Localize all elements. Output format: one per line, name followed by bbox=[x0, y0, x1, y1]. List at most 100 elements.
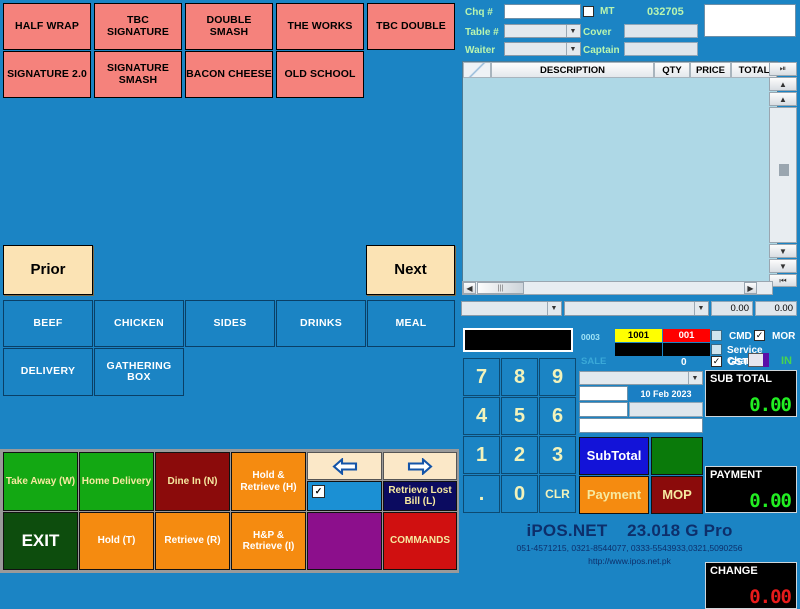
keypad-key-1[interactable]: 1 bbox=[463, 436, 500, 474]
product-button-old-school[interactable]: OLD SCHOOL bbox=[276, 51, 364, 98]
table-dropdown[interactable]: ▼ bbox=[504, 24, 581, 38]
category-label: MEAL bbox=[395, 316, 427, 329]
category-button-drinks[interactable]: DRINKS bbox=[276, 300, 366, 347]
order-items-body[interactable] bbox=[463, 78, 777, 286]
entry-field-a[interactable] bbox=[579, 386, 628, 401]
blank-purple-button[interactable] bbox=[307, 512, 382, 570]
column-header-qty[interactable]: QTY bbox=[654, 62, 690, 78]
product-button-bacon-cheese[interactable]: BACON CHEESE bbox=[185, 51, 273, 98]
gst-checkbox[interactable]: ✓ bbox=[711, 356, 722, 367]
keypad-key-decimal[interactable]: . bbox=[463, 475, 500, 513]
dine-in-button[interactable]: Dine In (N) bbox=[155, 452, 230, 511]
keypad-key-2[interactable]: 2 bbox=[501, 436, 538, 474]
hold-and-retrieve-button[interactable]: Hold & Retrieve (H) bbox=[231, 452, 306, 511]
scroll-track[interactable] bbox=[769, 107, 797, 243]
scroll-left-button[interactable]: ◀ bbox=[463, 282, 476, 294]
product-button-the-works[interactable]: THE WORKS bbox=[276, 3, 364, 50]
product-button-double-smash[interactable]: DOUBLE SMASH bbox=[185, 3, 273, 50]
entry-field-b[interactable] bbox=[579, 402, 628, 417]
cmd-checkbox[interactable]: ✓ bbox=[754, 330, 765, 341]
waiter-dropdown[interactable]: ▼ bbox=[504, 42, 581, 56]
nav-checkbox[interactable]: ✓ bbox=[312, 485, 325, 498]
subtotal-button[interactable]: SubTotal bbox=[579, 437, 649, 475]
keypad-key-8[interactable]: 8 bbox=[501, 358, 538, 396]
category-button-beef[interactable]: BEEF bbox=[3, 300, 93, 347]
cmd-checkbox-left[interactable] bbox=[711, 330, 722, 341]
keypad-key-3[interactable]: 3 bbox=[539, 436, 576, 474]
scroll-up-button[interactable]: ▲ bbox=[769, 92, 797, 106]
keypad-key-7[interactable]: 7 bbox=[463, 358, 500, 396]
product-button-half-wrap[interactable]: HALF WRAP bbox=[3, 3, 91, 50]
scroll-down-button[interactable]: ▼ bbox=[769, 244, 797, 258]
table-label: Table # bbox=[465, 27, 499, 38]
keypad-key-4[interactable]: 4 bbox=[463, 397, 500, 435]
filter-left-dropdown[interactable]: ▼ bbox=[461, 301, 562, 316]
change-display: CHANGE 0.00 bbox=[705, 562, 797, 609]
next-arrow-button[interactable] bbox=[383, 452, 457, 480]
prior-page-button[interactable]: Prior bbox=[3, 245, 93, 295]
scroll-thumb[interactable] bbox=[779, 164, 789, 176]
product-button-tbc-double[interactable]: TBC DOUBLE bbox=[367, 3, 455, 50]
retrieve-lost-bill-button[interactable]: Retrieve Lost Bill (L) bbox=[383, 481, 457, 511]
previous-arrow-button[interactable] bbox=[307, 452, 382, 480]
entry-field-d[interactable] bbox=[579, 418, 703, 433]
scroll-right-button[interactable]: ▶ bbox=[744, 282, 757, 294]
take-away-button[interactable]: Take Away (W) bbox=[3, 452, 78, 511]
nav-checkbox-cell[interactable]: ✓ bbox=[307, 481, 382, 511]
category-label: DRINKS bbox=[299, 316, 343, 329]
keypad-key-clear[interactable]: CLR bbox=[539, 475, 576, 513]
cover-input[interactable] bbox=[624, 24, 698, 38]
mop-button[interactable]: MOP bbox=[651, 476, 703, 514]
grid-corner-cell[interactable] bbox=[463, 62, 491, 78]
category-button-delivery[interactable]: DELIVERY bbox=[3, 348, 93, 396]
retrieve-button[interactable]: Retrieve (R) bbox=[155, 512, 230, 570]
website-link[interactable]: http://www.ipos.net.pk bbox=[459, 556, 800, 566]
app-branding: iPOS.NET 23.018 G Pro bbox=[459, 521, 800, 541]
exit-button[interactable]: EXIT bbox=[3, 512, 78, 570]
product-label: TBC SIGNATURE bbox=[107, 14, 169, 38]
scroll-thumb-horizontal[interactable]: ||| bbox=[477, 282, 524, 294]
service-charges-checkbox[interactable] bbox=[711, 344, 722, 355]
note-input[interactable] bbox=[704, 4, 796, 37]
entry-dropdown[interactable]: ▼ bbox=[579, 371, 703, 385]
green-action-button[interactable] bbox=[651, 437, 703, 475]
filter-amount-1[interactable]: 0.00 bbox=[711, 301, 753, 316]
order-grid-vertical-scrollbar[interactable]: ⏯ ▲ ▲ ▼ ▼ ⏮ bbox=[769, 62, 797, 287]
keypad-display[interactable] bbox=[463, 328, 573, 352]
category-button-gathering-box[interactable]: GATHERING BOX bbox=[94, 348, 184, 396]
keypad-key-9[interactable]: 9 bbox=[539, 358, 576, 396]
filter-right-dropdown[interactable]: ▼ bbox=[564, 301, 709, 316]
hp-and-retrieve-button[interactable]: H&P & Retrieve (I) bbox=[231, 512, 306, 570]
status-code: 0003 bbox=[581, 332, 600, 342]
keypad-key-6[interactable]: 6 bbox=[539, 397, 576, 435]
commands-button[interactable]: COMMANDS bbox=[383, 512, 457, 570]
change-label: CHANGE bbox=[710, 565, 758, 577]
entry-field-c[interactable] bbox=[629, 402, 703, 417]
payment-button[interactable]: Payment bbox=[579, 476, 649, 514]
home-delivery-button[interactable]: Home Delivery bbox=[79, 452, 154, 511]
keypad-key-5[interactable]: 5 bbox=[501, 397, 538, 435]
category-button-meal[interactable]: MEAL bbox=[367, 300, 455, 347]
gst-label: GST bbox=[728, 357, 749, 368]
hold-button[interactable]: Hold (T) bbox=[79, 512, 154, 570]
category-button-chicken[interactable]: CHICKEN bbox=[94, 300, 184, 347]
chq-input[interactable] bbox=[504, 4, 581, 19]
category-button-sides[interactable]: SIDES bbox=[185, 300, 275, 347]
scroll-page-down-button[interactable]: ▼ bbox=[769, 259, 797, 273]
column-header-price[interactable]: PRICE bbox=[690, 62, 731, 78]
product-button-signature-2-0[interactable]: SIGNATURE 2.0 bbox=[3, 51, 91, 98]
scroll-bottom-button[interactable]: ⏮ bbox=[769, 274, 797, 287]
captain-input[interactable] bbox=[624, 42, 698, 56]
next-page-button[interactable]: Next bbox=[366, 245, 455, 295]
order-grid-horizontal-scrollbar[interactable]: ◀ ||| ▶ bbox=[462, 281, 773, 295]
order-items-grid[interactable]: DESCRIPTION QTY PRICE TOTAL bbox=[462, 61, 778, 287]
keypad-key-0[interactable]: 0 bbox=[501, 475, 538, 513]
product-button-tbc-signature[interactable]: TBC SIGNATURE bbox=[94, 3, 182, 50]
column-header-description[interactable]: DESCRIPTION bbox=[491, 62, 654, 78]
product-button-signature-smash[interactable]: SIGNATURE SMASH bbox=[94, 51, 182, 98]
hold-label: Hold (T) bbox=[97, 535, 136, 547]
mt-checkbox[interactable] bbox=[583, 6, 594, 17]
scroll-page-up-button[interactable]: ▲ bbox=[769, 77, 797, 91]
filter-amount-2[interactable]: 0.00 bbox=[755, 301, 797, 316]
scroll-top-button[interactable]: ⏯ bbox=[769, 62, 797, 76]
